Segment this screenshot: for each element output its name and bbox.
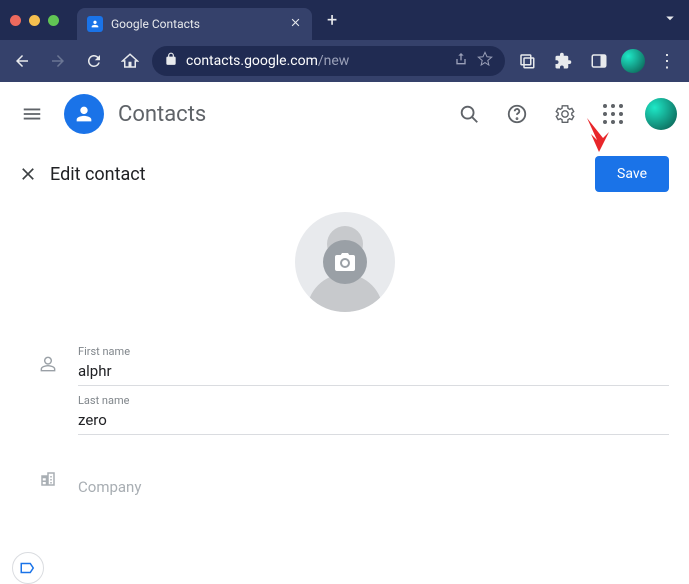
tab-title: Google Contacts [111, 17, 281, 31]
bookmark-star-icon[interactable] [477, 51, 493, 71]
first-name-label: First name [78, 345, 669, 358]
share-icon[interactable] [453, 51, 469, 71]
url-text: contacts.google.com/new [186, 53, 445, 69]
back-button[interactable] [8, 47, 36, 75]
edit-form: First name Last name [0, 202, 689, 501]
account-avatar[interactable] [645, 98, 677, 130]
extensions-icon[interactable] [549, 47, 577, 75]
search-button[interactable] [449, 94, 489, 134]
add-photo-button[interactable] [295, 212, 395, 312]
browser-menu-icon[interactable]: ⋮ [653, 47, 681, 75]
settings-button[interactable] [545, 94, 585, 134]
edit-title: Edit contact [50, 164, 146, 185]
browser-tab[interactable]: Google Contacts [77, 8, 312, 40]
google-apps-button[interactable] [593, 94, 633, 134]
new-tab-button[interactable]: + [327, 10, 337, 31]
contacts-logo-icon [64, 94, 104, 134]
browser-tab-strip: Google Contacts + [0, 0, 689, 40]
last-name-row: Last name [36, 394, 669, 435]
person-icon [36, 342, 60, 386]
forward-button[interactable] [44, 47, 72, 75]
reading-list-icon[interactable] [513, 47, 541, 75]
window-controls [10, 15, 59, 26]
address-bar[interactable]: contacts.google.com/new [152, 46, 505, 76]
home-button[interactable] [116, 47, 144, 75]
browser-profile-avatar[interactable] [621, 49, 645, 73]
window-maximize-button[interactable] [48, 15, 59, 26]
window-close-button[interactable] [10, 15, 21, 26]
lock-icon [164, 52, 178, 70]
reload-button[interactable] [80, 47, 108, 75]
main-menu-button[interactable] [12, 94, 52, 134]
sidepanel-icon[interactable] [585, 47, 613, 75]
company-input[interactable] [78, 475, 669, 501]
camera-icon [323, 240, 367, 284]
company-row [36, 457, 669, 501]
app-name: Contacts [118, 102, 206, 127]
close-edit-button[interactable] [10, 156, 46, 192]
last-name-label: Last name [78, 394, 669, 407]
add-label-button[interactable] [12, 552, 44, 584]
first-name-input[interactable] [78, 359, 669, 386]
tabs-dropdown-icon[interactable] [661, 9, 679, 31]
avatar-section [0, 212, 689, 342]
app-header: Contacts [0, 82, 689, 146]
apps-grid-icon [603, 104, 623, 124]
save-button[interactable]: Save [595, 156, 669, 192]
edit-contact-bar: Edit contact Save [0, 146, 689, 202]
browser-toolbar: contacts.google.com/new ⋮ [0, 40, 689, 82]
company-icon [36, 457, 60, 501]
tab-favicon-icon [87, 16, 103, 32]
last-name-input[interactable] [78, 408, 669, 435]
help-button[interactable] [497, 94, 537, 134]
tab-close-icon[interactable] [289, 16, 302, 33]
first-name-row: First name [36, 342, 669, 386]
window-minimize-button[interactable] [29, 15, 40, 26]
